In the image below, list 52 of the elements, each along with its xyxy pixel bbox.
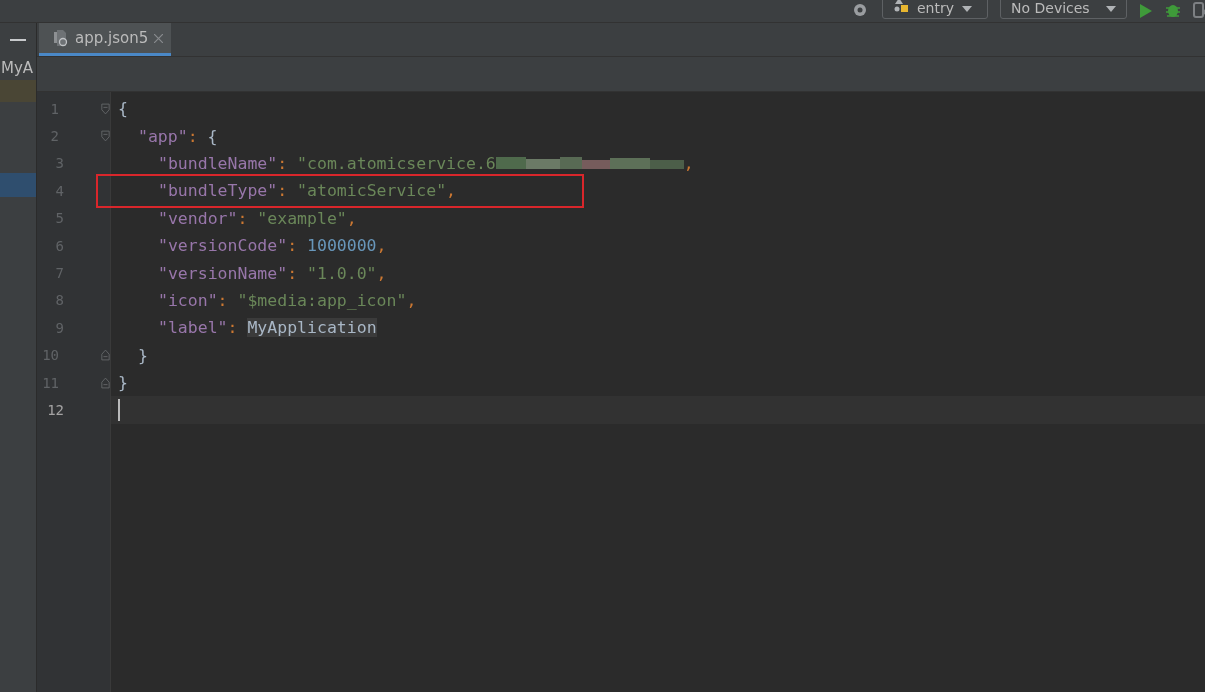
string-value: "$media:app_icon" xyxy=(237,290,407,310)
json-key: "vendor" xyxy=(158,208,238,228)
module-icon xyxy=(893,0,909,12)
json-key: "versionCode" xyxy=(158,236,288,256)
caret-icon xyxy=(962,6,973,12)
punctuation: : xyxy=(277,153,289,173)
caret-icon xyxy=(1106,6,1116,12)
bracket: { xyxy=(207,126,218,146)
json-key: "icon" xyxy=(158,290,218,310)
punctuation: , xyxy=(376,263,387,283)
json-key: "bundleType" xyxy=(158,181,278,201)
device-dropdown[interactable]: No Devices xyxy=(1000,0,1127,19)
tree-row-highlight xyxy=(0,80,36,102)
profiler-icon[interactable] xyxy=(1193,2,1205,18)
bracket: } xyxy=(138,345,148,365)
punctuation: : xyxy=(287,236,299,256)
file-tab[interactable]: app.json5 xyxy=(39,23,172,56)
punctuation: , xyxy=(446,181,457,201)
string-value: "1.0.0" xyxy=(307,263,377,283)
fold-icon[interactable] xyxy=(101,129,110,144)
punctuation: , xyxy=(406,290,417,310)
json-key: "bundleName" xyxy=(158,153,278,173)
run-icon[interactable] xyxy=(1139,4,1153,18)
project-tree-item[interactable]: MyA xyxy=(0,59,36,77)
number-value: 1000000 xyxy=(307,236,377,256)
fold-icon[interactable] xyxy=(101,101,110,116)
json-key: "label" xyxy=(158,318,228,338)
close-icon[interactable] xyxy=(154,33,164,43)
bracket: } xyxy=(118,373,128,393)
punctuation: : xyxy=(187,126,199,146)
punctuation: , xyxy=(376,236,387,256)
fold-icon[interactable] xyxy=(101,375,110,390)
punctuation: : xyxy=(217,290,229,310)
punctuation: : xyxy=(237,208,249,228)
file-icon xyxy=(53,29,69,47)
string-value: "com.atomicservice.6 xyxy=(297,153,496,173)
punctuation: , xyxy=(683,153,694,173)
string-value: "atomicService" xyxy=(297,181,447,201)
fold-icon[interactable] xyxy=(101,348,110,363)
punctuation: : xyxy=(227,318,239,338)
run-config-dropdown[interactable]: entry xyxy=(882,0,988,19)
punctuation: : xyxy=(287,263,299,283)
bracket: { xyxy=(118,99,128,119)
bug-icon[interactable] xyxy=(1165,2,1181,18)
json-key: "app" xyxy=(138,126,188,146)
line-number: 12 xyxy=(46,402,64,418)
unresolved-value: MyApplication xyxy=(247,318,377,338)
punctuation: , xyxy=(346,208,357,228)
punctuation: : xyxy=(277,181,289,201)
string-value: "example" xyxy=(257,208,347,228)
json-key: "versionName" xyxy=(158,263,288,283)
gear-icon[interactable] xyxy=(852,2,868,18)
